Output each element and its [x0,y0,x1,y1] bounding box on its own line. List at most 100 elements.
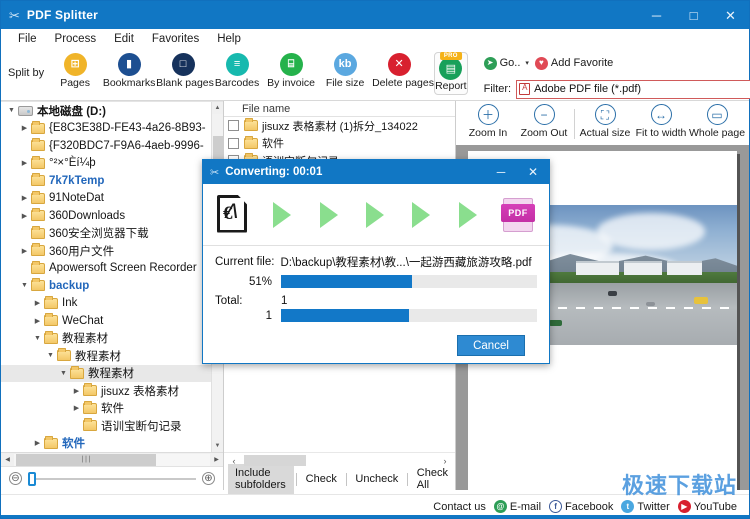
zoom-slider-track[interactable] [28,471,196,486]
split-tool-bookmarks[interactable]: ▮ Bookmarks [102,51,156,89]
action-check-all[interactable]: Check All [410,464,455,494]
menu-item-process[interactable]: Process [46,32,106,46]
footer-link-e-mail[interactable]: @ E-mail [493,500,541,513]
blank-pages-icon: □ [171,53,195,76]
cancel-button[interactable]: Cancel [457,335,525,356]
tree-item[interactable]: ▶ WeChat [1,312,223,330]
facebook-icon: f [549,500,563,513]
scroll-left-arrow[interactable]: ◀ [1,456,14,463]
add-favorite-button[interactable]: ♥ Add Favorite [534,56,613,70]
split-tool-delete-pages[interactable]: ✕ Delete pages [372,51,434,89]
viewer-tool-zoom-in[interactable]: ＋ Zoom In [460,103,516,139]
tree-item-label: 360用户文件 [49,245,115,258]
menu-item-help[interactable]: Help [208,32,250,46]
tree-item[interactable]: ▶ 软件 [1,400,223,418]
dialog-close-button[interactable]: ✕ [517,160,549,184]
filter-select[interactable]: Adobe PDF file (*.pdf) ∨ [516,79,750,99]
tree-twisty-icon[interactable]: ▶ [31,439,44,447]
menu-item-favorites[interactable]: Favorites [143,32,208,46]
action-check[interactable]: Check [299,470,344,488]
split-tool-barcodes[interactable]: ≡ Barcodes [210,51,264,89]
tree-item[interactable]: ▶ Ink [1,295,223,313]
viewer-tool-zoom-out[interactable]: − Zoom Out [516,103,572,139]
zoom-slider-handle[interactable] [28,471,36,486]
scroll-down-arrow[interactable]: ▼ [212,440,223,452]
viewer-tool-actual-size[interactable]: ⛶ Actual size [577,103,633,139]
tree-horizontal-scrollbar[interactable]: ◀ ∣∣∣ ▶ [1,452,223,466]
tree-item[interactable]: {F320BDC7-F9A6-4aeb-9996- [1,137,223,155]
tree-zoom-slider[interactable]: ⊖ ⊕ [1,466,223,490]
folder-icon [31,260,45,274]
footer-link-twitter[interactable]: t Twitter [621,500,670,513]
file-checkbox[interactable] [228,137,239,149]
tree-twisty-icon[interactable]: ▶ [18,194,31,202]
file-list-item[interactable]: 软件 [224,135,455,153]
file-list-nav[interactable]: ‹ › [224,452,455,468]
tree-item[interactable]: ▶ jisuxz 表格素材 [1,382,223,400]
footer-link-facebook[interactable]: f Facebook [549,500,613,513]
tree-twisty-icon[interactable]: ▼ [31,335,44,342]
tree-twisty-icon[interactable]: ▶ [31,299,44,307]
tree-twisty-icon[interactable]: ▼ [5,107,18,114]
tree-item[interactable]: ▶ {E8C3E38D-FE43-4a26-8B93- [1,120,223,138]
tree-twisty-icon[interactable]: ▼ [44,352,57,359]
h-scroll-track[interactable]: ∣∣∣ [14,453,210,466]
tree-item[interactable]: ▶ 91NoteDat [1,190,223,208]
scroll-up-arrow[interactable]: ▲ [212,102,223,114]
tree-twisty-icon[interactable]: ▼ [57,370,70,377]
action-uncheck[interactable]: Uncheck [348,470,405,488]
split-tool-blank-pages[interactable]: □ Blank pages [156,51,214,89]
tree-item[interactable]: 7k7kTemp [1,172,223,190]
split-tool-file-size[interactable]: kb File size [318,51,372,89]
zoom-minus-icon[interactable]: ⊖ [9,472,22,485]
tree-item[interactable]: ▶ 软件 [1,435,223,453]
zoom-plus-icon[interactable]: ⊕ [202,472,215,485]
action-include-subfolders[interactable]: Include subfolders [228,464,295,494]
minimize-button[interactable]: ─ [638,1,675,29]
viewer-tool-fit-to-width[interactable]: ↔ Fit to width [633,103,689,139]
tree-twisty-icon[interactable]: ▶ [70,404,83,412]
tree-item[interactable]: ▼ backup [1,277,223,295]
tree-twisty-icon[interactable]: ▶ [18,124,31,132]
tree-item[interactable]: Apowersoft Screen Recorder [1,260,223,278]
tree-twisty-icon[interactable]: ▼ [18,282,31,289]
scroll-right-arrow[interactable]: ▶ [210,456,223,463]
tree-item[interactable]: 语训宝断句记录 [1,417,223,435]
split-tool-by-invoice[interactable]: ⌸ By invoice [264,51,318,89]
tree-twisty-icon[interactable]: ▶ [70,387,83,395]
menu-item-edit[interactable]: Edit [105,32,143,46]
tree-item[interactable]: ▼ 教程素材 [1,347,223,365]
report-button[interactable]: PRO ▤ Report [434,52,468,95]
tree-item[interactable]: 360安全浏览器下载 [1,225,223,243]
split-tool-pages[interactable]: ⊞ Pages [48,51,102,89]
folder-icon [83,400,97,414]
h-scrollbar-thumb[interactable]: ∣∣∣ [16,453,156,466]
total-progress-row: 1 [215,309,537,322]
tree-item[interactable]: ▼ 教程素材 [1,364,223,382]
tree-item[interactable]: ▶ 360用户文件 [1,242,223,260]
close-button[interactable]: ✕ [712,1,749,29]
conversion-animation: € 𝛬 PDF [203,184,549,246]
tree-item[interactable]: ▼ 教程素材 [1,330,223,348]
tree-twisty-icon[interactable]: ▶ [31,317,44,325]
maximize-button[interactable]: □ [675,1,712,29]
tree-twisty-icon[interactable]: ▶ [18,159,31,167]
tree-item[interactable]: ▶ 360Downloads [1,207,223,225]
file-list-item[interactable]: jisuxz 表格素材 (1)拆分_134022 [224,117,455,135]
nav-track[interactable] [240,455,439,466]
tree-item[interactable]: ▶ °²×°Èí¼þ [1,155,223,173]
menu-item-file[interactable]: File [9,32,46,46]
tree-twisty-icon[interactable]: ▶ [18,247,31,255]
folder-tree[interactable]: ▼ 本地磁盘 (D:) ▶ {E8C3E38D-FE43-4a26-8B93- {F32… [1,101,223,452]
go-button[interactable]: ➤ Go.. ▾ [483,56,529,70]
car-shape [693,296,708,304]
dialog-minimize-button[interactable]: ─ [485,160,517,184]
tree-item-label: {F320BDC7-F9A6-4aeb-9996- [49,139,204,152]
tree-item[interactable]: ▼ 本地磁盘 (D:) [1,102,223,120]
split-tool-label: By invoice [267,77,315,89]
file-checkbox[interactable] [228,120,239,132]
viewer-tool-whole-page[interactable]: ▭ Whole page [689,103,745,139]
footer-link-youtube[interactable]: ▶ YouTube [677,500,737,513]
tree-twisty-icon[interactable]: ▶ [18,212,31,220]
nav-thumb[interactable] [244,455,306,466]
